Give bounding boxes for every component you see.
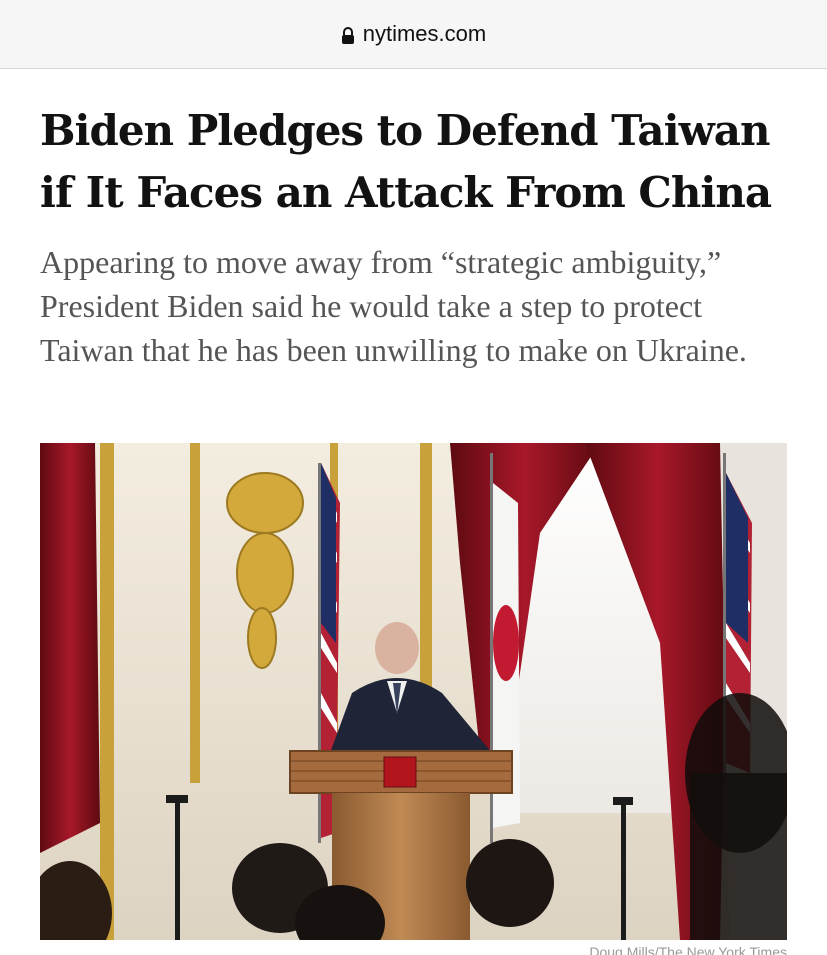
press-conference-illustration bbox=[40, 443, 787, 940]
article-headline[interactable]: Biden Pledges to Defend Taiwan if It Fac… bbox=[40, 100, 800, 224]
address-bar[interactable]: nytimes.com bbox=[0, 0, 827, 69]
lock-icon bbox=[341, 25, 355, 44]
url-text: nytimes.com bbox=[362, 21, 487, 46]
article-photo[interactable] bbox=[40, 443, 787, 940]
photo-credit: Doug Mills/The New York Times bbox=[589, 944, 787, 955]
article-summary: Appearing to move away from “strategic a… bbox=[40, 244, 747, 368]
